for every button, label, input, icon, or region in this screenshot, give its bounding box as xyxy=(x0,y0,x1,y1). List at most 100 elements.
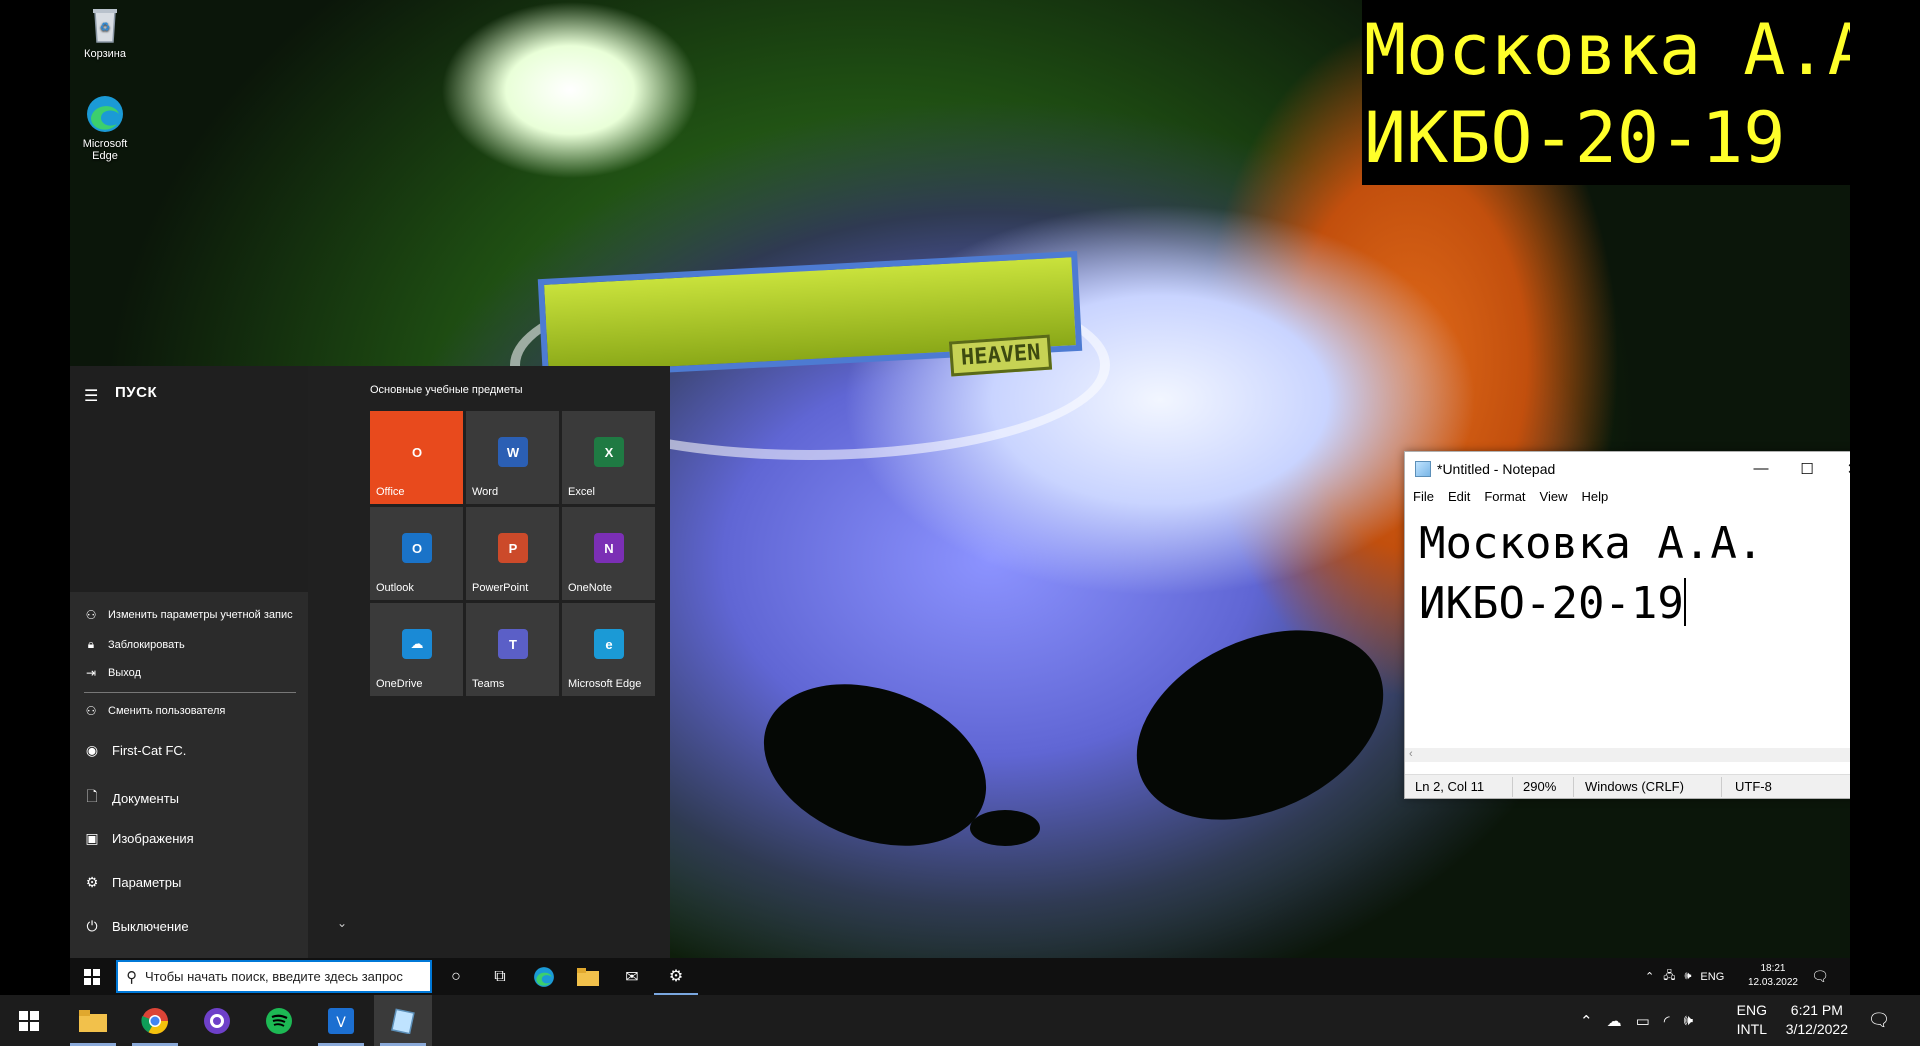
start-menu-sidebar: ☰ ПУСК ⚇ Изменить параметры учетной запи… xyxy=(70,366,308,958)
host-time: 6:21 PM xyxy=(1790,1002,1843,1018)
account-change-settings-item[interactable]: ⚇ Изменить параметры учетной запис xyxy=(84,608,304,622)
vm-tray-lang[interactable]: ENG xyxy=(1700,971,1724,983)
desktop-icon-label: Microsoft Edge xyxy=(82,138,128,162)
tile-onedrive[interactable]: ☁ OneDrive xyxy=(370,603,463,696)
hamburger-menu-icon[interactable]: ☰ xyxy=(84,386,98,406)
tile-label: OneDrive xyxy=(376,678,423,690)
horizontal-scrollbar[interactable]: ‹ › xyxy=(1405,748,1850,762)
menu-edit[interactable]: Edit xyxy=(1448,489,1470,504)
windows-start-icon[interactable] xyxy=(70,958,114,995)
desktop-icon-edge[interactable]: Microsoft Edge xyxy=(70,94,140,162)
onedrive-icon[interactable]: ☁ xyxy=(1607,1012,1622,1030)
battery-icon[interactable]: ▭ xyxy=(1636,1012,1650,1030)
vm-system-tray: ⌃ 🖧︎ 🕪︎ ENG xyxy=(1645,958,1724,995)
start-nav-pictures[interactable]: ▣ Изображения xyxy=(84,830,304,847)
status-line-ending: Windows (CRLF) xyxy=(1585,779,1684,794)
host-taskbar: V ⌃ ☁ ▭ ◜ 🕪︎ ENG INTL 6:21 PM 3/12/2022 … xyxy=(0,995,1920,1046)
settings-icon: ⚙ xyxy=(85,874,99,890)
volume-icon[interactable]: 🕪︎ xyxy=(1684,970,1691,983)
menu-format[interactable]: Format xyxy=(1484,489,1525,504)
host-notepad-icon[interactable] xyxy=(374,995,432,1046)
start-menu-header-area: ☰ ПУСК xyxy=(70,366,308,592)
start-menu: ☰ ПУСК ⚇ Изменить параметры учетной запи… xyxy=(70,366,670,958)
vm-clock[interactable]: 18:21 12.03.2022 xyxy=(1748,962,1798,990)
taskbar-edge-icon[interactable] xyxy=(522,958,566,995)
close-icon[interactable]: ✕ xyxy=(1830,452,1850,485)
tile-powerpoint[interactable]: P PowerPoint xyxy=(466,507,559,600)
banner-line-group: ИКБО-20-19 xyxy=(1364,97,1786,179)
host-chevron-up-icon[interactable]: ⌃ xyxy=(1580,1012,1593,1030)
word-icon: W xyxy=(498,437,528,467)
tile-microsoft-edge[interactable]: e Microsoft Edge xyxy=(562,603,655,696)
notepad-text-area[interactable]: Московка А.А. ИКБО-20-19 xyxy=(1405,508,1850,748)
taskbar-search-box[interactable]: ⚲ Чтобы начать поиск, введите здесь запр… xyxy=(116,960,432,993)
status-position: Ln 2, Col 11 xyxy=(1415,779,1485,794)
tile-label: Outlook xyxy=(376,582,414,594)
office-icon: O xyxy=(402,437,432,467)
tile-outlook[interactable]: O Outlook xyxy=(370,507,463,600)
start-nav-label: Изображения xyxy=(112,831,194,846)
menu-help[interactable]: Help xyxy=(1581,489,1608,504)
maximize-icon[interactable]: ☐ xyxy=(1784,452,1830,485)
network-icon[interactable]: 🖧︎ xyxy=(1663,967,1675,986)
taskbar-settings-icon[interactable]: ⚙ xyxy=(654,958,698,995)
file-explorer-icon[interactable] xyxy=(566,958,610,995)
desktop-icon-recycle-bin[interactable]: ♻ Корзина xyxy=(70,4,140,60)
notepad-window[interactable]: *Untitled - Notepad — ☐ ✕ File Edit Form… xyxy=(1404,451,1850,799)
name-banner: Московка А.А. ИКБО-20-19 xyxy=(1362,0,1850,185)
microsoft-edge-icon: e xyxy=(594,629,624,659)
tile-word[interactable]: W Word xyxy=(466,411,559,504)
outlook-icon: O xyxy=(402,533,432,563)
start-nav-user[interactable]: ◉ First-Cat FC. xyxy=(84,742,304,759)
menu-file[interactable]: File xyxy=(1413,489,1434,504)
notification-icon[interactable]: 🗨︎ xyxy=(1800,958,1840,995)
panda-eye-left xyxy=(741,655,1009,875)
remote-desktop-screen[interactable]: HEAVEN ♻ Корзина Microsoft Edge Московка… xyxy=(70,0,1850,995)
tile-onenote[interactable]: N OneNote xyxy=(562,507,655,600)
start-nav-documents[interactable]: 🗋︎ Документы xyxy=(84,786,304,810)
switch-user-item[interactable]: ⚇ Сменить пользователя xyxy=(84,704,304,718)
host-notification-icon[interactable]: 🗨︎ xyxy=(1850,995,1908,1046)
tile-label: PowerPoint xyxy=(472,582,529,594)
account-lock-item[interactable]: 🔒︎ Заблокировать xyxy=(84,637,304,652)
tile-label: Word xyxy=(472,486,499,498)
tile-teams[interactable]: T Teams xyxy=(466,603,559,696)
chrome-icon[interactable] xyxy=(126,995,184,1046)
onedrive-icon: ☁ xyxy=(402,629,432,659)
host-file-explorer-icon[interactable] xyxy=(64,995,122,1046)
heaven-label: HEAVEN xyxy=(948,334,1053,377)
chevron-down-icon[interactable]: ⌄ xyxy=(337,916,347,930)
tile-label: Excel xyxy=(568,486,595,498)
host-clock[interactable]: 6:21 PM 3/12/2022 xyxy=(1786,1001,1848,1039)
wifi-icon[interactable]: ◜ xyxy=(1664,1012,1670,1030)
start-nav-settings[interactable]: ⚙ Параметры xyxy=(84,874,304,891)
mail-icon[interactable]: ✉ xyxy=(610,958,654,995)
chevron-up-icon[interactable]: ⌃ xyxy=(1645,970,1654,983)
github-desktop-icon[interactable] xyxy=(188,995,246,1046)
notepad-app-icon xyxy=(1415,460,1431,477)
search-icon: ⚲ xyxy=(126,968,137,986)
host-lang-line2: INTL xyxy=(1736,1021,1767,1037)
host-windows-start-icon[interactable] xyxy=(0,995,58,1046)
edge-icon xyxy=(85,94,125,134)
task-view-icon[interactable]: ⧉ xyxy=(478,958,522,995)
spotify-icon[interactable] xyxy=(250,995,308,1046)
tile-office[interactable]: O Office xyxy=(370,411,463,504)
menu-view[interactable]: View xyxy=(1540,489,1568,504)
host-volume-icon[interactable]: 🕪︎ xyxy=(1684,1012,1693,1029)
tile-excel[interactable]: X Excel xyxy=(562,411,655,504)
status-divider xyxy=(1512,777,1513,797)
tile-label: Teams xyxy=(472,678,505,690)
scroll-left-icon[interactable]: ‹ xyxy=(1409,748,1413,760)
tile-label: Microsoft Edge xyxy=(568,678,642,690)
host-language-indicator[interactable]: ENG INTL xyxy=(1737,1001,1767,1039)
text-line-2: ИКБО-20-19 xyxy=(1419,578,1684,629)
vmware-remote-console-icon[interactable]: V xyxy=(312,995,370,1046)
minimize-icon[interactable]: — xyxy=(1738,452,1784,485)
account-sign-out-item[interactable]: ⇥ Выход xyxy=(84,666,304,680)
recycle-bin-icon: ♻ xyxy=(85,4,125,44)
host-system-tray: ⌃ ☁ ▭ ◜ 🕪︎ xyxy=(1580,995,1693,1046)
start-nav-power[interactable]: ⏻ Выключение xyxy=(84,918,304,935)
cortana-icon[interactable]: ○ xyxy=(434,958,478,995)
sign-out-icon: ⇥ xyxy=(85,666,97,680)
